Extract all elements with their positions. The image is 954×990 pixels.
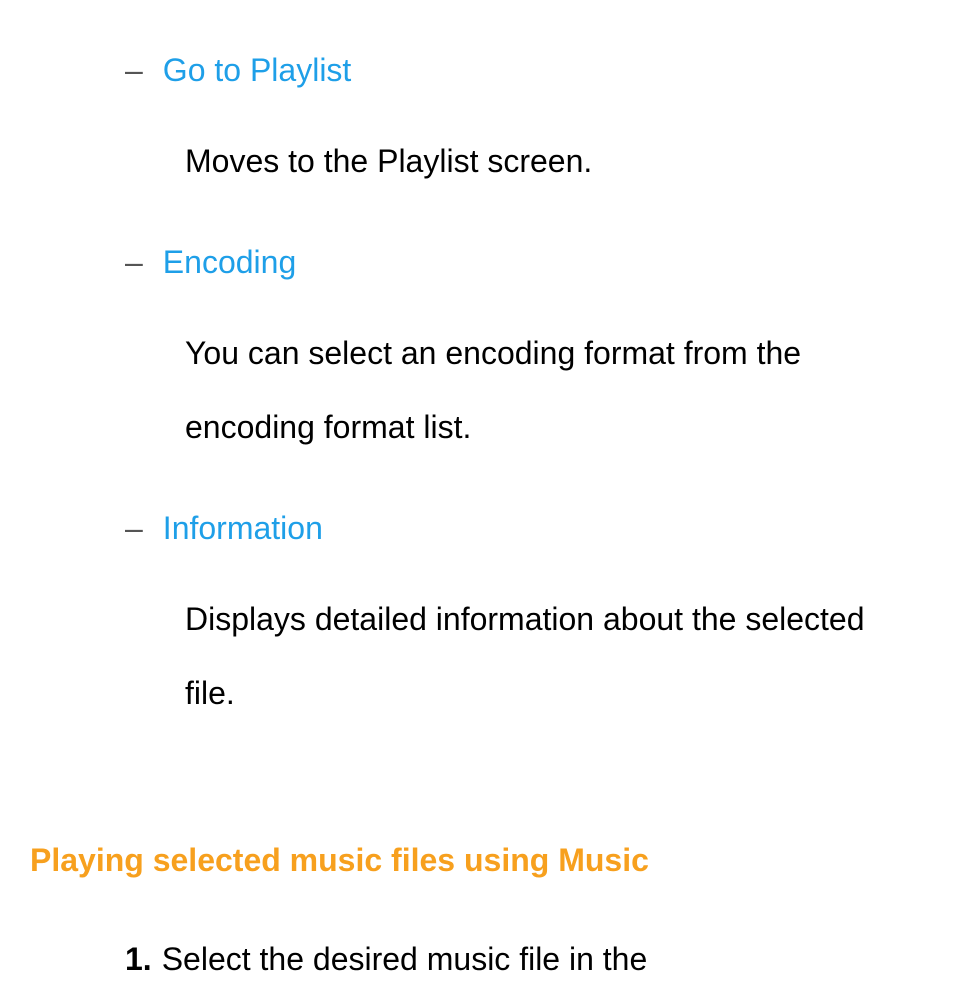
item-description: Displays detailed information about the …	[30, 583, 924, 730]
section-heading: Playing selected music files using Music	[30, 830, 924, 891]
item-title: Go to Playlist	[163, 40, 352, 101]
item-description: Moves to the Playlist screen.	[30, 125, 924, 199]
list-item-header: – Encoding	[30, 232, 924, 293]
numbered-step: 1. Select the desired music file in the	[30, 929, 924, 990]
dash-bullet: –	[125, 232, 143, 293]
list-item: – Encoding You can select an encoding fo…	[30, 232, 924, 464]
step-number: 1.	[125, 929, 152, 990]
list-item: – Go to Playlist Moves to the Playlist s…	[30, 40, 924, 198]
list-item: – Information Displays detailed informat…	[30, 498, 924, 730]
dash-bullet: –	[125, 498, 143, 559]
item-title: Information	[163, 498, 323, 559]
step-text: Select the desired music file in the	[162, 929, 648, 990]
item-title: Encoding	[163, 232, 296, 293]
item-description: You can select an encoding format from t…	[30, 317, 924, 464]
dash-bullet: –	[125, 40, 143, 101]
list-item-header: – Information	[30, 498, 924, 559]
list-item-header: – Go to Playlist	[30, 40, 924, 101]
